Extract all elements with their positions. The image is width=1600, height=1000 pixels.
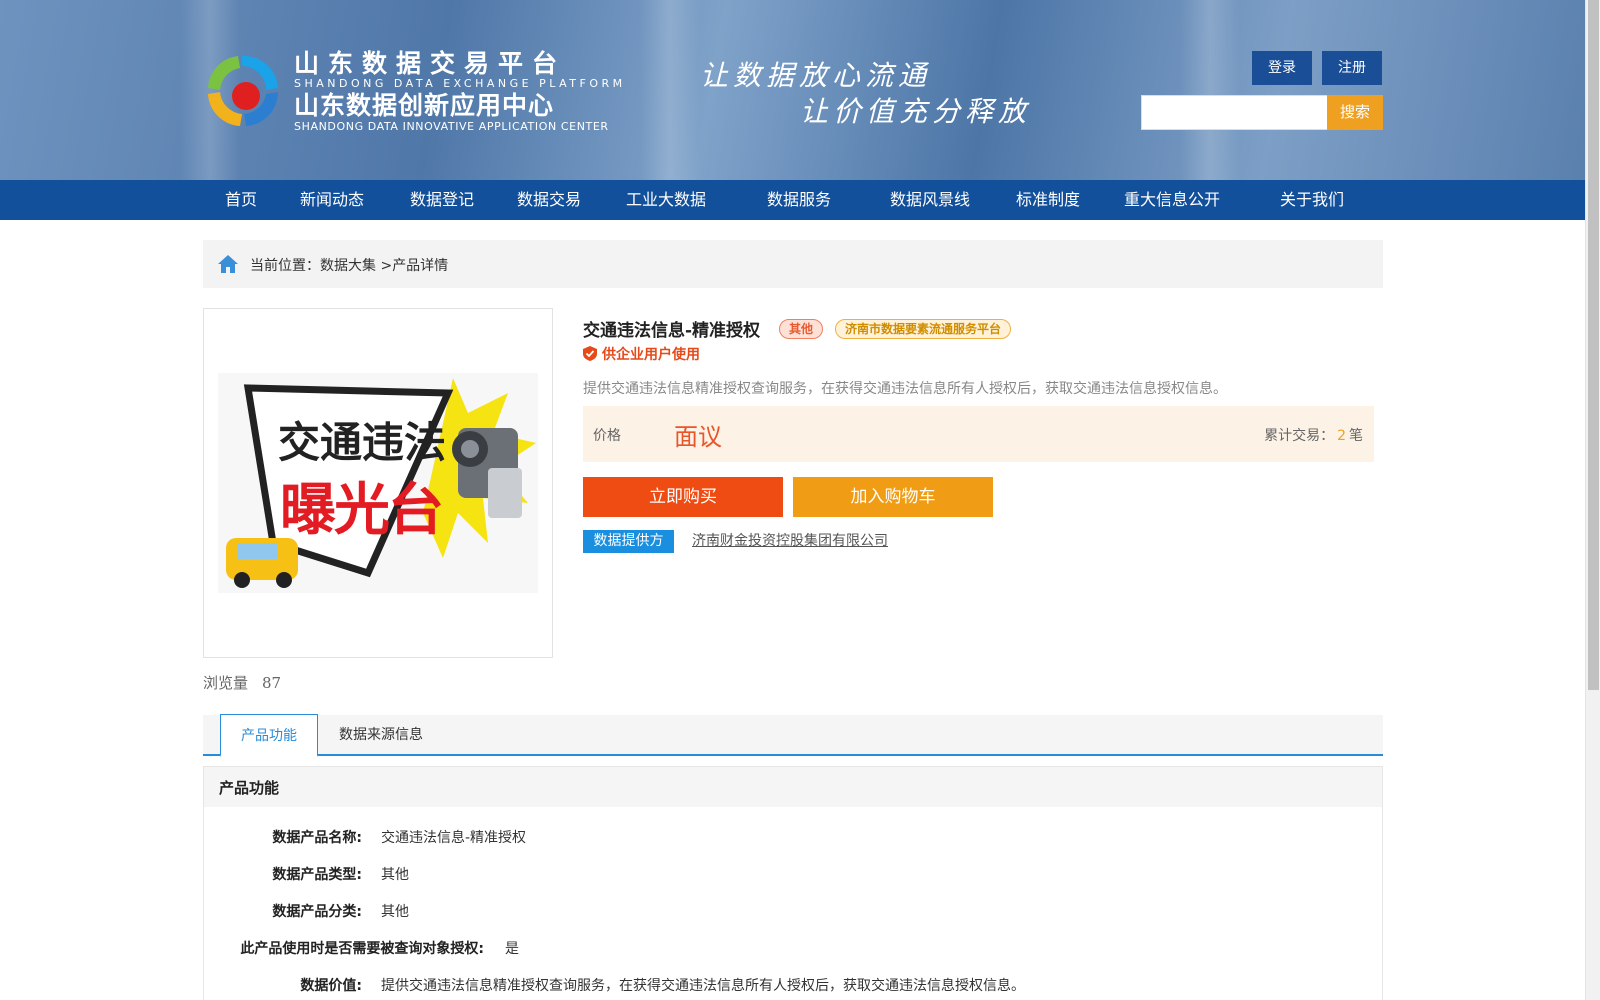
detail-key: 此产品使用时是否需要被查询对象授权: [240,941,484,957]
banner-light-stripe [640,0,700,180]
product-description: 提供交通违法信息精准授权查询服务，在获得交通违法信息所有人授权后，获取交通违法信… [583,381,1227,397]
shield-check-icon [583,346,597,361]
login-button[interactable]: 登录 [1252,51,1312,85]
breadcrumb-link-data-market[interactable]: 数据大集 [320,258,376,274]
product-image-text-1: 交通违法 [278,418,447,467]
detail-value: 其他 [381,904,409,920]
logo-text: 山东数据交易平台 SHANDONG DATA EXCHANGE PLATFORM… [294,49,626,134]
nav-item-data-trading[interactable]: 数据交易 [517,180,581,220]
product-feature-panel: 产品功能 数据产品名称: 交通违法信息-精准授权 数据产品类型: 其他 数据产品… [203,766,1383,1000]
nav-item-data-scenery[interactable]: 数据风景线 [890,180,970,220]
detail-value: 提供交通违法信息精准授权查询服务，在获得交通违法信息所有人授权后，获取交通违法信… [381,978,1025,994]
provider-link[interactable]: 济南财金投资控股集团有限公司 [692,530,888,550]
header-banner: 山东数据交易平台 SHANDONG DATA EXCHANGE PLATFORM… [0,0,1585,180]
home-icon[interactable] [217,254,239,274]
tab-bar: 产品功能 数据来源信息 [203,714,1383,757]
banner-light-stripe [1180,0,1240,180]
breadcrumb-separator: > [380,258,393,274]
price-box: 价格 面议 累计交易： 2 笔 [583,406,1374,462]
trade-unit: 笔 [1349,428,1363,444]
detail-value: 是 [505,941,519,957]
buy-now-button[interactable]: 立即购买 [583,477,783,517]
detail-key: 数据价值: [300,978,362,994]
nav-item-standards[interactable]: 标准制度 [1016,180,1080,220]
product-image-frame: 交通违法 曝光台 [203,308,553,658]
breadcrumb-prefix: 当前位置： [250,258,320,274]
search-input[interactable] [1141,95,1328,130]
platform-badge: 济南市数据要素流通服务平台 [835,319,1012,339]
main-nav: 首页 新闻动态 数据登记 数据交易 工业大数据 数据服务 数据风景线 标准制度 … [0,180,1585,220]
logo-subtitle: 山东数据创新应用中心 [294,91,555,120]
trade-label: 累计交易： [1264,428,1335,444]
tab-data-source[interactable]: 数据来源信息 [336,715,426,756]
audience-note: 供企业用户使用 [583,344,700,364]
nav-item-data-registration[interactable]: 数据登记 [410,180,474,220]
audience-text: 供企业用户使用 [602,347,700,363]
detail-key: 数据产品类型: [272,867,362,883]
category-badge: 其他 [779,319,824,339]
page-scrollbar[interactable] [1585,0,1600,1000]
breadcrumb-text: 当前位置：数据大集 >产品详情 [250,255,448,275]
detail-key: 数据产品分类: [272,904,362,920]
nav-item-industrial-big-data[interactable]: 工业大数据 [626,180,706,220]
panel-heading: 产品功能 [219,779,280,797]
add-to-cart-button[interactable]: 加入购物车 [793,477,993,517]
logo-title: 山东数据交易平台 [294,49,567,78]
detail-value: 交通违法信息-精准授权 [381,830,527,846]
view-count: 浏览量 87 [203,672,281,693]
panel-header: 产品功能 [204,767,1382,807]
register-button[interactable]: 注册 [1322,51,1382,85]
breadcrumb-current: 产品详情 [392,258,449,274]
nav-item-data-services[interactable]: 数据服务 [767,180,831,220]
views-number: 87 [262,674,282,692]
slogan-line-1: 让数据放心流通 [700,59,932,92]
slogan-line-2: 让价值充分释放 [800,95,1032,128]
breadcrumb: 当前位置：数据大集 >产品详情 [203,240,1383,288]
page: 山东数据交易平台 SHANDONG DATA EXCHANGE PLATFORM… [0,0,1600,1000]
scrollbar-thumb[interactable] [1588,0,1599,690]
views-label: 浏览量 [203,674,249,692]
logo-subtitle-en: SHANDONG DATA INNOVATIVE APPLICATION CEN… [294,120,609,133]
tab-product-features[interactable]: 产品功能 [220,714,318,757]
nav-item-home[interactable]: 首页 [225,180,257,220]
platform-logo-icon[interactable] [202,50,284,132]
detail-value: 其他 [381,867,409,883]
price-value: 面议 [674,423,722,451]
price-label: 价格 [593,428,621,444]
product-image-text-2: 曝光台 [280,478,444,543]
product-image: 交通违法 曝光台 [218,373,538,593]
trade-number: 2 [1337,428,1346,444]
product-title: 交通违法信息-精准授权 [583,321,761,341]
logo-title-en: SHANDONG DATA EXCHANGE PLATFORM [294,77,626,90]
nav-item-about[interactable]: 关于我们 [1280,180,1344,220]
detail-key: 数据产品名称: [272,830,362,846]
trade-count: 累计交易： 2 笔 [1264,425,1363,445]
search-button[interactable]: 搜索 [1327,95,1383,130]
nav-item-news[interactable]: 新闻动态 [300,180,364,220]
provider-label: 数据提供方 [583,530,674,553]
nav-item-disclosure[interactable]: 重大信息公开 [1124,180,1220,220]
